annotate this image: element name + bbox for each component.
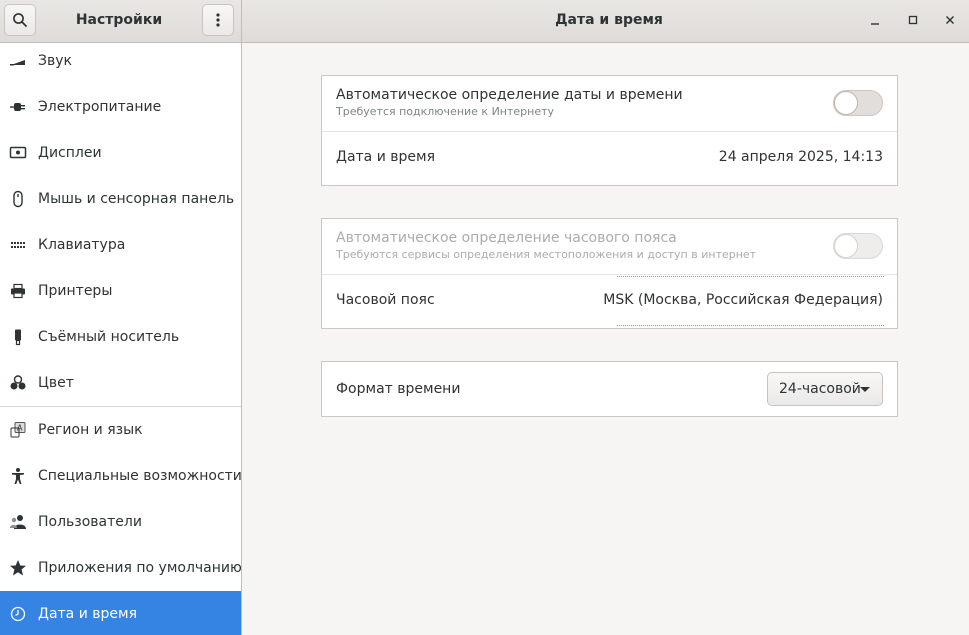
sidebar-item-region-language[interactable]: A Регион и язык <box>0 407 241 453</box>
speaker-icon <box>9 52 27 70</box>
sidebar-item-label: Специальные возможности <box>38 468 242 484</box>
auto-datetime-title: Автоматическое определение даты и времен… <box>336 87 683 103</box>
search-button[interactable] <box>4 4 36 36</box>
auto-timezone-switch <box>833 233 883 259</box>
sidebar-item-label: Дата и время <box>38 606 137 622</box>
sidebar-item-users[interactable]: Пользователи <box>0 499 241 545</box>
sidebar-item-displays[interactable]: Дисплеи <box>0 130 241 176</box>
timezone-underline-bottom <box>617 325 884 326</box>
switch-knob <box>834 234 858 258</box>
auto-datetime-subtitle: Требуется подключение к Интернету <box>336 105 555 118</box>
datetime-frame: Автоматическое определение даты и времен… <box>321 75 898 186</box>
minimize-button[interactable] <box>862 7 888 33</box>
settings-title: Настройки <box>75 12 163 28</box>
sidebar-item-label: Клавиатура <box>38 237 126 253</box>
time-format-dropdown[interactable]: 24-часовой <box>767 372 883 406</box>
accessibility-icon <box>9 467 27 485</box>
datetime-label: Дата и время <box>336 149 435 165</box>
close-icon <box>946 16 954 24</box>
view-more-icon <box>216 13 220 27</box>
printer-icon <box>9 282 27 300</box>
sidebar-item-label: Регион и язык <box>38 422 143 438</box>
auto-timezone-subtitle: Требуются сервисы определения местополож… <box>336 248 757 261</box>
sidebar-item-label: Съёмный носитель <box>38 329 180 345</box>
minimize-icon <box>871 23 879 25</box>
sidebar-item-printers[interactable]: Принтеры <box>0 268 241 314</box>
maximize-button[interactable] <box>900 7 926 33</box>
datetime-value: 24 апреля 2025, 14:13 <box>718 149 883 165</box>
timezone-frame: Автоматическое определение часового пояс… <box>321 218 898 329</box>
auto-timezone-row: Автоматическое определение часового пояс… <box>322 219 897 274</box>
datetime-row[interactable]: Дата и время 24 апреля 2025, 14:13 <box>322 132 897 185</box>
clock-icon <box>9 605 27 623</box>
maximize-icon <box>908 15 918 25</box>
pan-down-icon <box>860 387 870 392</box>
sidebar-item-label: Мышь и сенсорная панель <box>38 191 235 207</box>
sidebar-item-label: Цвет <box>38 375 74 391</box>
sidebar-item-accessibility[interactable]: Специальные возможности <box>0 453 242 499</box>
timezone-value: MSK (Москва, Российская Федерация) <box>603 292 883 308</box>
power-plug-icon <box>9 98 27 116</box>
auto-datetime-switch[interactable] <box>833 90 883 116</box>
time-format-selected: 24-часовой <box>779 381 861 397</box>
removable-media-icon <box>9 328 27 346</box>
timezone-row[interactable]: Часовой пояс MSK (Москва, Российская Фед… <box>322 275 897 328</box>
color-icon <box>9 374 27 392</box>
sidebar-item-label: Принтеры <box>38 283 113 299</box>
display-icon <box>9 144 27 162</box>
sidebar-item-removable-media[interactable]: Съёмный носитель <box>0 314 241 360</box>
close-button[interactable] <box>937 7 963 33</box>
sidebar-item-default-apps[interactable]: Приложения по умолчанию <box>0 545 242 591</box>
auto-datetime-row: Автоматическое определение даты и времен… <box>322 76 897 131</box>
time-format-frame: Формат времени 24-часовой <box>321 361 898 417</box>
main-menu-button[interactable] <box>202 4 234 36</box>
sidebar-item-sound[interactable]: Звук <box>0 38 241 84</box>
sidebar-item-power[interactable]: Электропитание <box>0 84 241 130</box>
header-bar: Настройки Дата и время <box>0 0 969 43</box>
sidebar-item-keyboard[interactable]: Клавиатура <box>0 222 241 268</box>
sidebar-item-color[interactable]: Цвет <box>0 360 241 406</box>
star-icon <box>9 559 27 577</box>
auto-timezone-title: Автоматическое определение часового пояс… <box>336 230 677 246</box>
sidebar-item-label: Дисплеи <box>38 145 102 161</box>
users-icon <box>9 513 27 531</box>
sidebar-header: Настройки <box>0 0 242 42</box>
timezone-label: Часовой пояс <box>336 292 435 308</box>
search-icon <box>13 13 27 27</box>
sidebar-item-label: Звук <box>38 53 72 69</box>
switch-knob <box>834 91 858 115</box>
sidebar-item-label: Пользователи <box>38 514 142 530</box>
sidebar-item-mouse[interactable]: Мышь и сенсорная панель <box>0 176 241 222</box>
region-language-icon: A <box>9 421 27 439</box>
sidebar-item-date-time[interactable]: Дата и время <box>0 591 241 635</box>
sidebar: Звук Электропитание Дисплеи Мышь и сенсо… <box>0 43 242 635</box>
sidebar-item-label: Приложения по умолчанию <box>38 560 242 576</box>
time-format-row: Формат времени 24-часовой <box>322 362 897 416</box>
time-format-label: Формат времени <box>336 381 461 397</box>
keyboard-icon <box>9 236 27 254</box>
mouse-icon <box>9 190 27 208</box>
window-title: Дата и время <box>555 12 663 28</box>
sidebar-item-label: Электропитание <box>38 99 162 115</box>
